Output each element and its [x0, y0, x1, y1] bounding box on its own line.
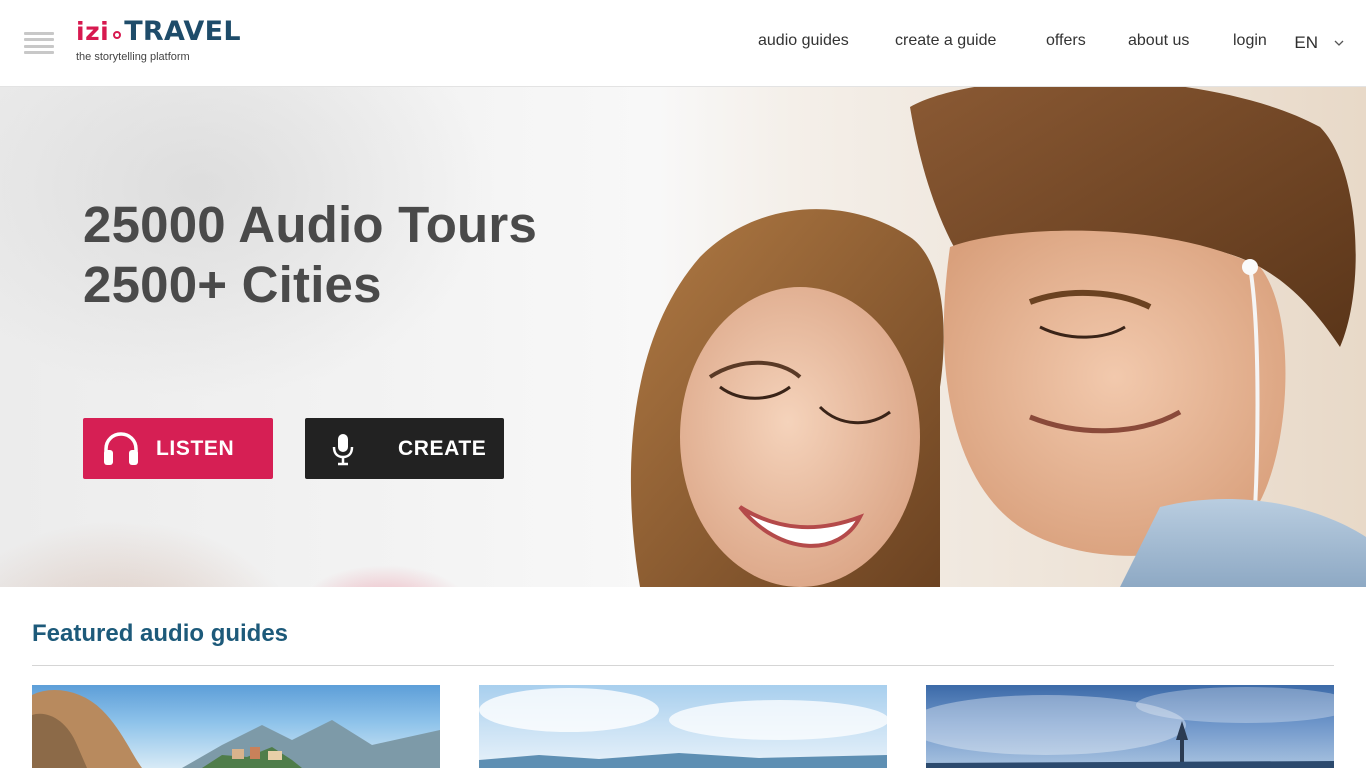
- listen-label: LISTEN: [156, 436, 235, 460]
- create-label: CREATE: [398, 436, 487, 460]
- hero-banner: 25000 Audio Tours 2500+ Cities LISTEN CR…: [0, 87, 1366, 587]
- create-button[interactable]: CREATE: [305, 418, 504, 479]
- language-label: EN: [1294, 33, 1318, 52]
- featured-guide-card[interactable]: [32, 685, 440, 768]
- menu-icon[interactable]: [24, 30, 54, 56]
- nav-audio-guides[interactable]: audio guides: [758, 32, 849, 50]
- microphone-icon: [323, 429, 363, 469]
- hero-title: 25000 Audio Tours 2500+ Cities: [83, 195, 537, 315]
- logo-dot: [113, 31, 122, 39]
- hero-line-tours: 25000 Audio Tours: [83, 196, 538, 253]
- hero-couple-image: [630, 87, 1366, 587]
- featured-guide-card[interactable]: [479, 685, 887, 768]
- nav-create-a-guide[interactable]: create a guide: [895, 32, 996, 50]
- guide-thumbnail: [479, 688, 887, 768]
- listen-button[interactable]: LISTEN: [83, 418, 273, 479]
- site-logo[interactable]: izi TRAVEL the storytelling platform: [76, 18, 256, 68]
- nav-about-us[interactable]: about us: [1128, 32, 1189, 50]
- section-divider: [32, 665, 1334, 666]
- logo-tagline: the storytelling platform: [76, 51, 190, 63]
- hero-line-cities: 2500+ Cities: [83, 256, 382, 313]
- chevron-down-icon: [1334, 40, 1344, 46]
- nav-login[interactable]: login: [1233, 32, 1267, 50]
- site-header: izi TRAVEL the storytelling platform aud…: [0, 0, 1366, 87]
- logo-travel-text: TRAVEL: [124, 16, 241, 47]
- featured-guide-card[interactable]: [926, 685, 1334, 768]
- headphones-icon: [101, 429, 141, 469]
- guide-thumbnail: [926, 687, 1334, 768]
- language-selector[interactable]: EN: [1294, 33, 1344, 53]
- featured-section-title: Featured audio guides: [32, 620, 289, 647]
- guide-thumbnail: [32, 690, 440, 768]
- nav-offers[interactable]: offers: [1046, 32, 1086, 50]
- logo-izi-text: izi: [76, 17, 110, 46]
